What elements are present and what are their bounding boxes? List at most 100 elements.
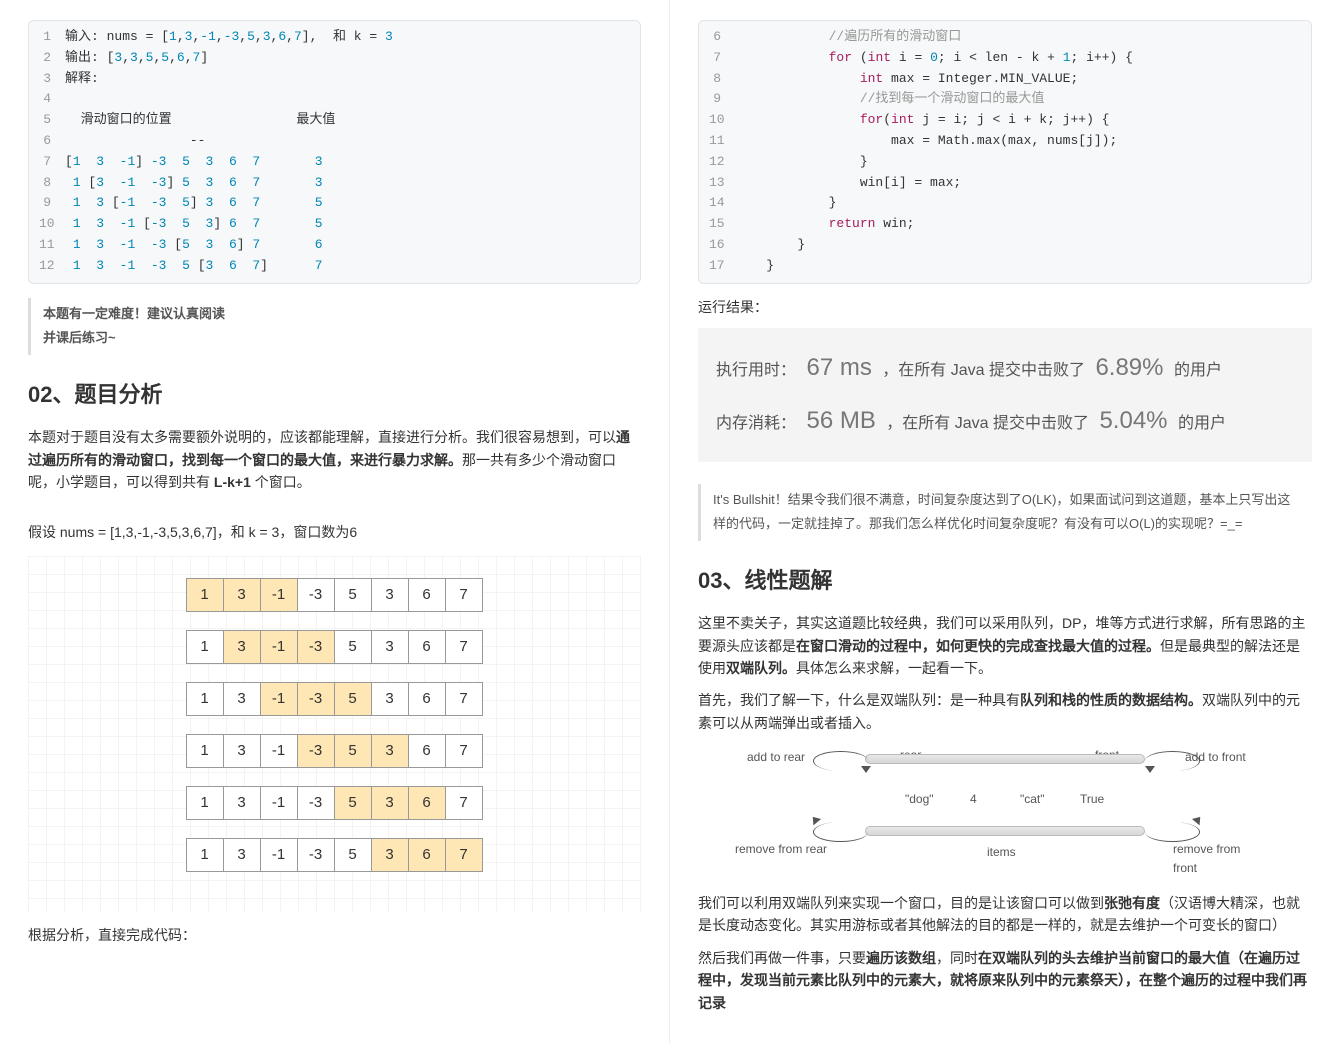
code-intro-para: 根据分析，直接完成代码： xyxy=(28,924,641,946)
window-cell: 1 xyxy=(186,578,224,612)
window-cell: 3 xyxy=(371,682,409,716)
code-line: 7 for (int i = 0; i < len - k + 1; i++) … xyxy=(709,48,1301,69)
arrow-curve xyxy=(813,822,868,842)
code-line: 3解释: xyxy=(39,69,630,90)
window-cell: -3 xyxy=(297,630,335,664)
window-row: 13-1-35367 xyxy=(28,578,641,612)
run-result-label: 运行结果： xyxy=(698,296,1312,318)
window-row: 13-1-35367 xyxy=(28,786,641,820)
window-cell: 3 xyxy=(371,630,409,664)
arrowhead-icon xyxy=(861,766,871,773)
mem-result-row: 内存消耗： 56 MB ，在所有 Java 提交中击败了 5.04% 的用户 xyxy=(716,395,1294,448)
window-cell: -1 xyxy=(260,630,298,664)
code-line: 11 max = Math.max(max, nums[j]); xyxy=(709,131,1301,152)
window-cell: 3 xyxy=(223,682,261,716)
deque-def-para: 首先，我们了解一下，什么是双端队列：是一种具有队列和栈的性质的数据结构。双端队列… xyxy=(698,689,1312,734)
window-cell: -1 xyxy=(260,838,298,872)
code-line: 12 1 3 -1 -3 5 [3 6 7] 7 xyxy=(39,256,630,277)
brute-force-code: 6 //遍历所有的滑动窗口7 for (int i = 0; i < len -… xyxy=(698,20,1312,284)
window-cell: 5 xyxy=(334,630,372,664)
code-line: 2输出: [3,3,5,5,6,7] xyxy=(39,48,630,69)
add-rear-label: add to rear xyxy=(747,748,805,767)
code-line: 8 1 [3 -1 -3] 5 3 6 7 3 xyxy=(39,173,630,194)
section-02-heading: 02、题目分析 xyxy=(28,377,641,412)
window-cell: 3 xyxy=(371,578,409,612)
arrowhead-icon xyxy=(1145,766,1155,773)
window-cell: 6 xyxy=(408,838,446,872)
quote-line1: 本题有一定难度！建议认真阅读 xyxy=(43,306,225,321)
window-cell: 7 xyxy=(445,838,483,872)
code-line: 17 } xyxy=(709,256,1301,277)
time-percent: 6.89% xyxy=(1095,354,1163,381)
window-cell: 5 xyxy=(334,578,372,612)
code-line: 16 } xyxy=(709,235,1301,256)
window-cell: 6 xyxy=(408,682,446,716)
window-cell: -1 xyxy=(260,682,298,716)
window-cell: 6 xyxy=(408,786,446,820)
code-line: 6 //遍历所有的滑动窗口 xyxy=(709,27,1301,48)
code-line: 15 return win; xyxy=(709,214,1301,235)
window-cell: -3 xyxy=(297,578,335,612)
code-line: 7[1 3 -1] -3 5 3 6 7 3 xyxy=(39,152,630,173)
code-line: 14 } xyxy=(709,193,1301,214)
code-line: 9 1 3 [-1 -3 5] 3 6 7 5 xyxy=(39,193,630,214)
window-cell: 1 xyxy=(186,786,224,820)
window-cell: 5 xyxy=(334,838,372,872)
section-03-heading: 03、线性题解 xyxy=(698,563,1312,598)
window-row: 13-1-35367 xyxy=(28,630,641,664)
code-line: 6 -- xyxy=(39,131,630,152)
code-line: 10 for(int j = i; j < i + k; j++) { xyxy=(709,110,1301,131)
arrow-curve xyxy=(1145,822,1200,842)
deque-traverse-para: 然后我们再做一件事，只要遍历该数组，同时在双端队列的头去维护当前窗口的最大值（在… xyxy=(698,947,1312,1014)
window-cell: 3 xyxy=(223,786,261,820)
code-line: 11 1 3 -1 -3 [5 3 6] 7 6 xyxy=(39,235,630,256)
window-cell: 7 xyxy=(445,630,483,664)
window-cell: 5 xyxy=(334,734,372,768)
window-cell: -3 xyxy=(297,786,335,820)
window-cell: -1 xyxy=(260,578,298,612)
analysis-para-1: 本题对于题目没有太多需要额外说明的，应该都能理解，直接进行分析。我们很容易想到，… xyxy=(28,426,641,493)
arrowhead-icon xyxy=(1192,814,1204,826)
window-row: 13-1-35367 xyxy=(28,734,641,768)
time-value: 67 ms xyxy=(806,354,871,381)
window-cell: 3 xyxy=(371,838,409,872)
window-cell: 3 xyxy=(223,734,261,768)
window-cell: 1 xyxy=(186,734,224,768)
window-cell: 7 xyxy=(445,734,483,768)
deque-bar-top xyxy=(865,754,1145,764)
window-row: 13-1-35367 xyxy=(28,682,641,716)
window-cell: 7 xyxy=(445,578,483,612)
example-io-code: 1输入: nums = [1,3,-1,-3,5,3,6,7], 和 k = 3… xyxy=(28,20,641,284)
mem-percent: 5.04% xyxy=(1099,407,1167,434)
deque-diagram: rear front "dog" 4 "cat" True items add … xyxy=(745,748,1265,878)
result-box: 执行用时： 67 ms ，在所有 Java 提交中击败了 6.89% 的用户 内… xyxy=(698,328,1312,462)
deque-window-para: 我们可以利用双端队列来实现一个窗口，目的是让该窗口可以做到张弛有度（汉语博大精深… xyxy=(698,892,1312,937)
quote-line2: 并课后练习~ xyxy=(43,330,116,345)
window-cell: 6 xyxy=(408,630,446,664)
window-cell: 3 xyxy=(223,578,261,612)
rm-front-label: remove from front xyxy=(1173,840,1265,878)
code-line: 9 //找到每一个滑动窗口的最大值 xyxy=(709,89,1301,110)
mem-value: 56 MB xyxy=(806,407,875,434)
code-line: 5 滑动窗口的位置 最大值 xyxy=(39,110,630,131)
window-cell: -3 xyxy=(297,734,335,768)
time-result-row: 执行用时： 67 ms ，在所有 Java 提交中击败了 6.89% 的用户 xyxy=(716,342,1294,395)
window-cell: -3 xyxy=(297,838,335,872)
rm-rear-label: remove from rear xyxy=(735,840,827,859)
code-line: 1输入: nums = [1,3,-1,-3,5,3,6,7], 和 k = 3 xyxy=(39,27,630,48)
right-column: 6 //遍历所有的滑动窗口7 for (int i = 0; i < len -… xyxy=(670,0,1340,1044)
window-cell: 6 xyxy=(408,578,446,612)
window-cell: 3 xyxy=(371,734,409,768)
window-cell: 1 xyxy=(186,838,224,872)
deque-bar-bot xyxy=(865,826,1145,836)
code-line: 4 xyxy=(39,89,630,110)
assume-para: 假设 nums = [1,3,-1,-3,5,3,6,7]，和 k = 3，窗口… xyxy=(28,521,641,543)
window-cell: 5 xyxy=(334,786,372,820)
window-cell: 6 xyxy=(408,734,446,768)
left-column: 1输入: nums = [1,3,-1,-3,5,3,6,7], 和 k = 3… xyxy=(0,0,670,1044)
window-cell: 3 xyxy=(223,630,261,664)
window-row: 13-1-35367 xyxy=(28,838,641,872)
complaint-quote: It's Bullshit！结果令我们很不满意，时间复杂度达到了O(LK)，如果… xyxy=(698,484,1312,541)
window-cell: 3 xyxy=(223,838,261,872)
window-cell: 3 xyxy=(371,786,409,820)
